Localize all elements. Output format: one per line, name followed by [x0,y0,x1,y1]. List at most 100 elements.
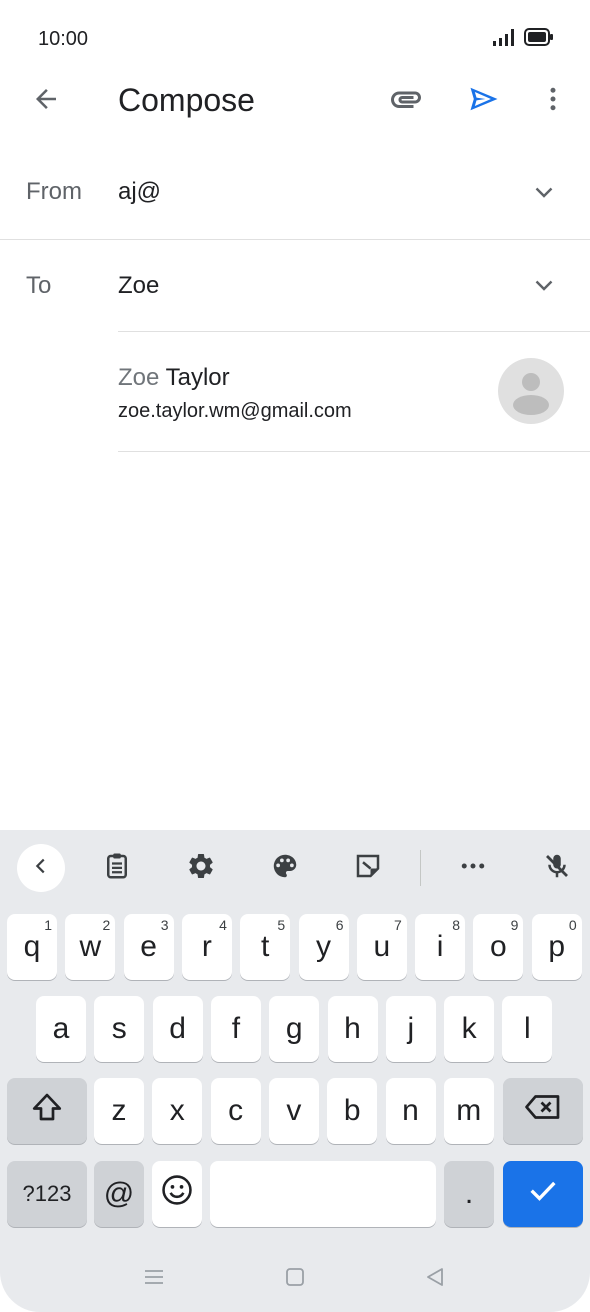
suggestion-name: Zoe Taylor [118,364,230,392]
period-key[interactable]: . [444,1161,494,1227]
settings-button[interactable] [177,844,225,892]
more-tools-button[interactable] [449,844,497,892]
key-hint: 0 [568,917,577,933]
from-field[interactable]: From aj@ [0,160,590,240]
more-horiz-icon [458,851,488,886]
sticker-icon [353,851,383,886]
key-c[interactable]: c [210,1078,261,1144]
chevron-down-icon[interactable] [532,273,556,297]
enter-key[interactable] [503,1161,583,1227]
key-s[interactable]: s [94,996,145,1062]
keyboard: q1w2e3r4t5y6u7i8o9p0 asdfghjkl zxcvbnm ?… [0,830,590,1312]
key-p[interactable]: p0 [531,914,582,980]
home-button[interactable] [280,1264,310,1294]
key-e[interactable]: e3 [123,914,174,980]
key-label: p [548,930,566,963]
key-n[interactable]: n [385,1078,436,1144]
palette-icon [270,851,300,886]
key-label: w [79,930,102,963]
key-label: i [436,930,444,963]
key-w[interactable]: w2 [65,914,116,980]
key-hint: 4 [219,917,227,933]
key-l[interactable]: l [502,996,553,1062]
emoji-icon [160,1173,194,1215]
key-u[interactable]: u7 [356,914,407,980]
chevron-left-icon [30,855,52,882]
to-label: To [26,272,52,299]
contact-suggestion[interactable]: Zoe Taylor zoe.taylor.wm@gmail.com [118,332,590,452]
key-q[interactable]: q1 [7,914,57,980]
key-j[interactable]: j [385,996,436,1062]
key-hint: 2 [102,917,111,933]
attach-icon [388,81,424,122]
shift-icon [29,1089,65,1133]
symbols-key[interactable]: ?123 [7,1161,87,1227]
clipboard-button[interactable] [93,844,141,892]
key-k[interactable]: k [444,996,495,1062]
more-options-button[interactable] [538,78,568,124]
voice-input-button[interactable] [533,844,581,892]
more-vert-icon [538,84,568,119]
suggestion-name-rest: Taylor [159,364,230,391]
from-value: aj@ [118,178,162,205]
key-hint: 1 [44,917,52,933]
backspace-icon [523,1089,563,1133]
key-hint: 5 [277,917,286,933]
check-icon [526,1173,560,1215]
back-arrow-icon [31,84,61,119]
suggestion-name-match: Zoe [118,364,160,391]
system-back-button[interactable] [420,1264,450,1294]
shift-key[interactable] [7,1078,87,1144]
key-h[interactable]: h [327,996,378,1062]
space-key[interactable] [210,1161,436,1227]
key-f[interactable]: f [210,996,261,1062]
theme-button[interactable] [261,844,309,892]
key-v[interactable]: v [268,1078,319,1144]
key-hint: 7 [394,917,402,933]
keyboard-toolbar [0,830,590,908]
key-b[interactable]: b [327,1078,378,1144]
back-button[interactable] [26,78,66,124]
key-label: r [201,930,212,963]
to-field[interactable]: To Zoe [0,240,590,332]
key-label: e [140,930,157,963]
key-a[interactable]: a [36,996,86,1062]
status-time: 10:00 [38,28,89,50]
backspace-key[interactable] [503,1078,583,1144]
key-g[interactable]: g [269,996,320,1062]
toolbar-divider [420,850,421,886]
at-key[interactable]: @ [94,1161,144,1227]
recent-apps-icon [142,1265,166,1294]
key-label: u [373,930,391,963]
back-triangle-icon [423,1265,447,1294]
send-icon [466,81,502,122]
key-o[interactable]: o9 [473,914,524,980]
key-x[interactable]: x [152,1078,203,1144]
attach-button[interactable] [384,78,428,124]
recent-apps-button[interactable] [139,1264,169,1294]
emoji-key[interactable] [152,1161,202,1227]
home-icon [283,1265,307,1294]
key-d[interactable]: d [152,996,203,1062]
key-label: t [261,930,270,963]
to-input[interactable]: Zoe [118,272,159,300]
key-y[interactable]: y6 [298,914,349,980]
clipboard-icon [102,851,132,886]
key-t[interactable]: t5 [240,914,291,980]
key-r[interactable]: r4 [181,914,232,980]
keyboard-collapse-button[interactable] [17,844,65,892]
mic-off-icon [542,851,572,886]
chevron-down-icon[interactable] [532,180,556,204]
key-m[interactable]: m [443,1078,494,1144]
key-hint: 6 [335,917,344,933]
send-button[interactable] [462,78,506,124]
suggestion-email: zoe.taylor.wm@gmail.com [118,400,352,422]
key-i[interactable]: i8 [415,914,466,980]
page-title: Compose [118,82,255,118]
key-hint: 3 [160,917,169,933]
person-icon [498,373,564,424]
status-bar: 10:00 [0,0,590,78]
key-z[interactable]: z [94,1078,144,1144]
sticker-button[interactable] [344,844,392,892]
key-label: y [316,930,331,963]
